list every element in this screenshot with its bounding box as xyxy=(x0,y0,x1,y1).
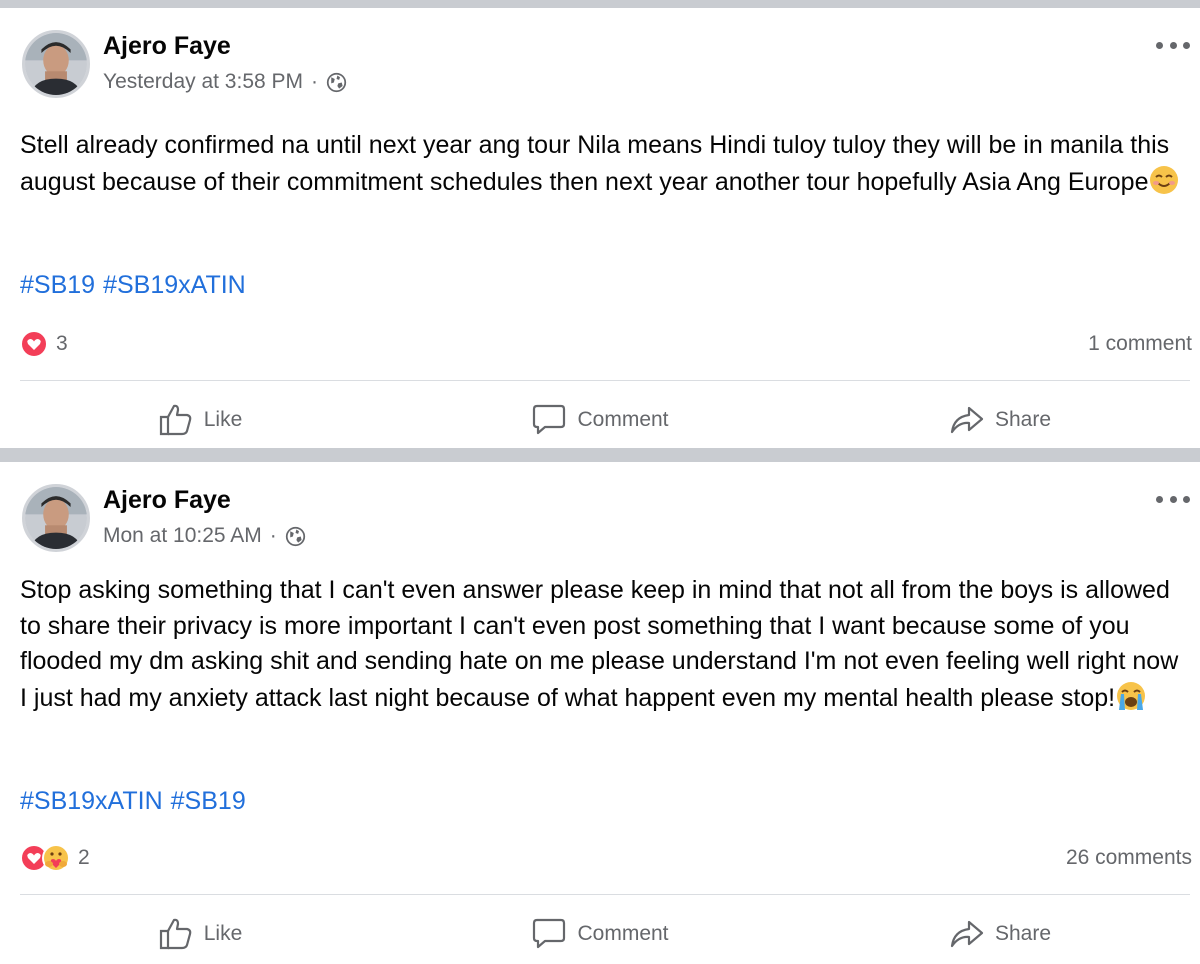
share-label: Share xyxy=(994,408,1052,431)
meta-separator: · xyxy=(269,524,277,547)
smiling-face-emoji-icon xyxy=(1150,165,1179,194)
author-name[interactable]: Ajero Faye xyxy=(103,32,231,61)
like-label: Like xyxy=(203,922,243,945)
like-label: Like xyxy=(203,408,243,431)
post-timestamp[interactable]: Yesterday at 3:58 PM xyxy=(103,70,303,94)
post-body-text: Stop asking something that I can't even … xyxy=(20,576,1179,712)
hashtag-link[interactable]: #SB19xATIN xyxy=(20,787,163,815)
hashtag-link[interactable]: #SB19xATIN xyxy=(103,271,246,299)
comment-label: Comment xyxy=(577,922,669,945)
action-divider xyxy=(20,894,1190,895)
more-dot-icon xyxy=(1183,41,1190,49)
comment-button[interactable]: Comment xyxy=(400,390,800,450)
reaction-summary[interactable]: 3 xyxy=(20,330,68,358)
share-icon xyxy=(950,920,984,948)
comment-icon xyxy=(533,918,566,949)
post-actions: Like Comment Share xyxy=(0,390,1200,450)
reaction-count: 3 xyxy=(56,332,68,355)
hashtags: #SB19 #SB19xATIN xyxy=(20,271,254,300)
share-button[interactable]: Share xyxy=(800,904,1200,964)
feed-divider-top xyxy=(0,0,1200,8)
hashtag-link[interactable]: #SB19 xyxy=(171,787,246,815)
like-button[interactable]: Like xyxy=(0,904,400,964)
more-dot-icon xyxy=(1156,41,1163,49)
share-label: Share xyxy=(994,922,1052,945)
comment-count-link[interactable]: 1 comment xyxy=(1088,332,1192,356)
action-divider xyxy=(20,380,1190,381)
more-dot-icon xyxy=(1169,495,1177,503)
feed-post: Ajero Faye Mon at 10:25 AM · Stop asking… xyxy=(0,462,1200,964)
hashtag-link[interactable]: #SB19 xyxy=(20,271,95,299)
post-meta: Mon at 10:25 AM · xyxy=(103,524,306,548)
avatar[interactable] xyxy=(22,484,90,552)
share-icon xyxy=(950,406,984,434)
feed-divider xyxy=(0,448,1200,462)
feed-post: Ajero Faye Yesterday at 3:58 PM · Stell … xyxy=(0,8,1200,448)
reaction-summary[interactable]: 2 xyxy=(20,844,90,872)
more-options-button[interactable] xyxy=(1156,492,1190,506)
post-body: Stell already confirmed na until next ye… xyxy=(20,128,1192,200)
post-meta: Yesterday at 3:58 PM · xyxy=(103,70,347,94)
globe-icon xyxy=(326,72,347,92)
comment-label: Comment xyxy=(577,408,669,431)
thumbs-up-icon xyxy=(159,404,192,436)
meta-separator: · xyxy=(311,70,319,93)
more-dot-icon xyxy=(1183,495,1190,503)
post-timestamp[interactable]: Mon at 10:25 AM xyxy=(103,524,262,548)
thumbs-up-icon xyxy=(159,918,192,950)
comment-button[interactable]: Comment xyxy=(400,904,800,964)
comment-icon xyxy=(533,404,566,435)
hashtags: #SB19xATIN #SB19 xyxy=(20,787,254,816)
post-body: Stop asking something that I can't even … xyxy=(20,573,1192,716)
globe-icon xyxy=(285,526,305,546)
author-name[interactable]: Ajero Faye xyxy=(103,486,231,515)
comment-count-link[interactable]: 26 comments xyxy=(1066,846,1192,870)
more-dot-icon xyxy=(1169,41,1177,49)
avatar[interactable] xyxy=(22,30,90,98)
share-button[interactable]: Share xyxy=(800,390,1200,450)
reaction-count: 2 xyxy=(78,846,90,869)
like-button[interactable]: Like xyxy=(0,390,400,450)
crying-face-emoji-icon xyxy=(1117,681,1146,710)
love-reaction-icon xyxy=(20,330,48,358)
care-reaction-icon xyxy=(42,844,70,872)
more-dot-icon xyxy=(1156,495,1163,503)
post-body-text: Stell already confirmed na until next ye… xyxy=(20,131,1170,196)
more-options-button[interactable] xyxy=(1156,38,1190,52)
post-actions: Like Comment Share xyxy=(0,904,1200,964)
